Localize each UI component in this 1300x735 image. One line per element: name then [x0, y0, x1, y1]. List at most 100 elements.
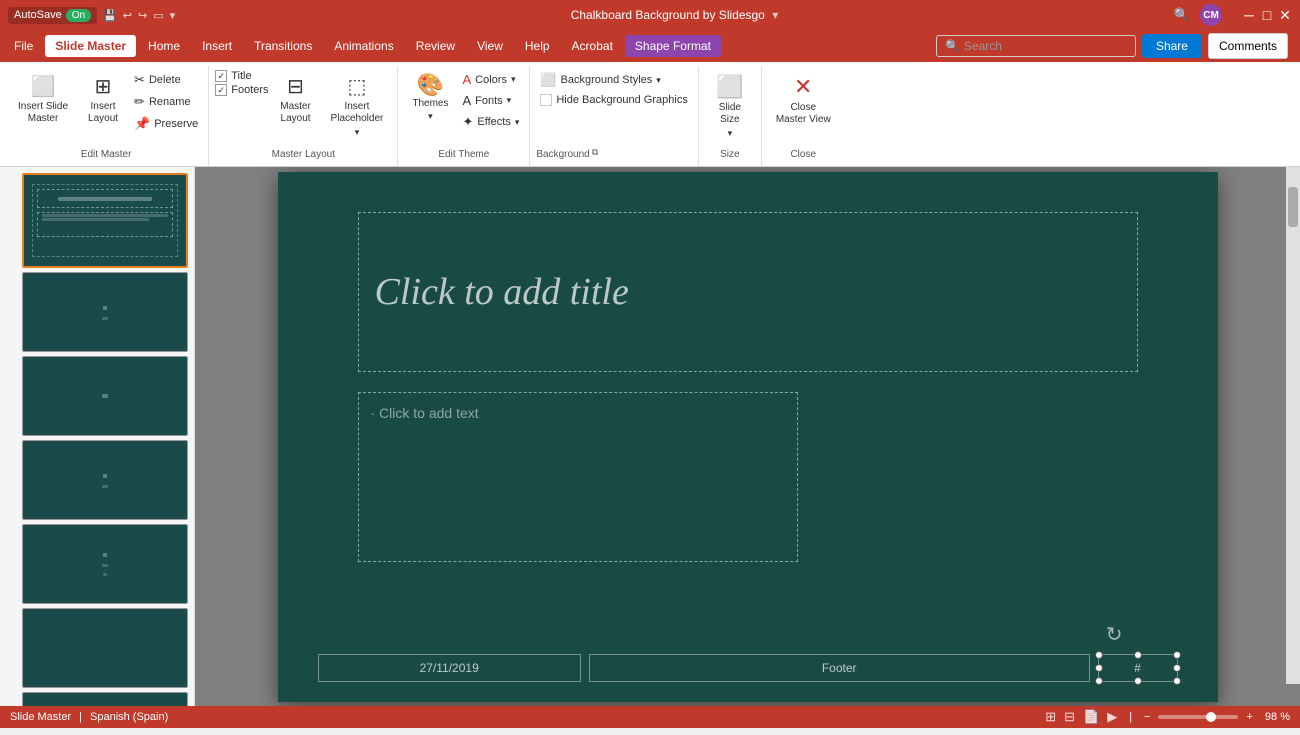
slide-canvas[interactable]: Click to add title · Click to add text 2… — [278, 172, 1218, 702]
themes-label: Themes — [412, 98, 448, 109]
preserve-button[interactable]: 📌 Preserve — [130, 114, 202, 134]
redo-icon[interactable]: ↪ — [138, 9, 147, 22]
slide-1-thumb[interactable] — [22, 173, 188, 268]
slide-6-bg-dots — [23, 609, 187, 687]
search-box[interactable]: 🔍 Search — [936, 35, 1136, 57]
resize-handle-br[interactable] — [1173, 677, 1181, 685]
background-styles-button[interactable]: ⬜ Background Styles ▾ — [536, 70, 691, 90]
slideshow-button[interactable]: ▶ — [1107, 709, 1117, 725]
text-placeholder[interactable]: · Click to add text — [358, 392, 798, 562]
themes-dropdown[interactable]: ▾ — [428, 111, 433, 122]
footer-date[interactable]: 27/11/2019 — [318, 654, 581, 682]
master-layout-button[interactable]: ⊟ MasterLayout — [271, 70, 321, 129]
slide-6-thumb[interactable] — [22, 608, 188, 688]
rename-button[interactable]: ✏ Rename — [130, 92, 202, 112]
ribbon-group-master-layout: Title Footers ⊟ MasterLayout ⬚ InsertPla… — [209, 66, 398, 166]
slide-sorter-button[interactable]: ⊟ — [1064, 709, 1075, 725]
save-icon[interactable]: 💾 — [103, 9, 117, 22]
colors-button[interactable]: A Colors ▾ — [458, 70, 523, 89]
minimize-button[interactable]: ─ — [1242, 8, 1256, 22]
menu-home[interactable]: Home — [138, 35, 190, 57]
footers-checkbox-label[interactable]: Footers — [215, 84, 268, 96]
zoom-minus-button[interactable]: − — [1144, 711, 1150, 723]
insert-layout-button[interactable]: ⊞ InsertLayout — [78, 70, 128, 129]
resize-handle-top[interactable] — [1134, 651, 1142, 659]
slide-2-thumb[interactable] — [22, 272, 188, 352]
resize-handle-tr[interactable] — [1173, 651, 1181, 659]
slide-1-bg-dots — [24, 175, 186, 266]
canvas-area: Click to add title · Click to add text 2… — [195, 167, 1300, 706]
menu-view[interactable]: View — [467, 35, 513, 57]
present-icon[interactable]: ▭ — [153, 9, 163, 22]
slide-4-thumb[interactable] — [22, 440, 188, 520]
slide-2-bg-dots — [23, 273, 187, 351]
title-dropdown-icon[interactable]: ▾ — [772, 8, 778, 22]
zoom-slider[interactable] — [1158, 715, 1238, 719]
search-titlebar-icon[interactable]: 🔍 — [1174, 7, 1190, 23]
menu-review[interactable]: Review — [406, 35, 465, 57]
menu-transitions[interactable]: Transitions — [244, 35, 322, 57]
slide-size-button[interactable]: ⬜ SlideSize ▾ — [705, 70, 755, 143]
share-button[interactable]: Share — [1142, 34, 1202, 58]
vertical-scrollbar[interactable] — [1286, 167, 1300, 684]
menu-insert[interactable]: Insert — [192, 35, 242, 57]
zoom-level[interactable]: 98 % — [1265, 711, 1290, 723]
zoom-slider-thumb[interactable] — [1206, 712, 1216, 722]
avatar[interactable]: CM — [1200, 4, 1222, 26]
footer-number[interactable]: # — [1098, 654, 1178, 682]
close-button[interactable]: ✕ — [1278, 8, 1292, 22]
title-checkbox-label[interactable]: Title — [215, 70, 268, 82]
effects-button[interactable]: ✦ Effects ▾ — [458, 112, 523, 132]
slide-3-thumb[interactable] — [22, 356, 188, 436]
insert-placeholder-dropdown[interactable]: ▾ — [355, 127, 360, 138]
menu-slide-master[interactable]: Slide Master — [45, 35, 136, 57]
zoom-plus-button[interactable]: + — [1246, 711, 1252, 723]
resize-handle-tl[interactable] — [1095, 651, 1103, 659]
title-bar-left: AutoSave On 💾 ↩ ↪ ▭ ▾ — [8, 7, 175, 24]
slide-6-wrapper: 6 — [6, 608, 188, 688]
resize-handle-bottom[interactable] — [1134, 677, 1142, 685]
insert-slide-master-button[interactable]: ⬜ Insert SlideMaster — [10, 70, 76, 129]
reading-view-button[interactable]: 📄 — [1083, 709, 1099, 725]
autosave-toggle[interactable]: On — [66, 9, 91, 22]
menu-shape-format[interactable]: Shape Format — [625, 35, 721, 57]
title-checkbox[interactable] — [215, 70, 227, 82]
insert-placeholder-button[interactable]: ⬚ InsertPlaceholder ▾ — [323, 70, 392, 142]
delete-button[interactable]: ✂ Delete — [130, 70, 202, 90]
insert-placeholder-icon: ⬚ — [348, 74, 367, 99]
normal-view-button[interactable]: ⊞ — [1045, 709, 1056, 725]
slide-size-dropdown[interactable]: ▾ — [728, 128, 733, 139]
scrollbar-thumb[interactable] — [1288, 187, 1298, 227]
footer-text-field[interactable]: Footer — [589, 654, 1090, 682]
autosave-indicator[interactable]: AutoSave On — [8, 7, 97, 24]
menu-file[interactable]: File — [4, 35, 43, 57]
slide-5-wrapper: 5 — [6, 524, 188, 604]
fonts-button[interactable]: A Fonts ▾ — [458, 91, 523, 110]
menu-animations[interactable]: Animations — [324, 35, 403, 57]
dropdown-icon[interactable]: ▾ — [170, 9, 176, 22]
effects-dropdown[interactable]: ▾ — [515, 117, 520, 128]
slide-7-thumb[interactable] — [22, 692, 188, 706]
title-placeholder[interactable]: Click to add title — [358, 212, 1138, 372]
fonts-dropdown[interactable]: ▾ — [507, 95, 512, 106]
footers-checkbox[interactable] — [215, 84, 227, 96]
resize-handle-bl[interactable] — [1095, 677, 1103, 685]
resize-handle-left[interactable] — [1095, 664, 1103, 672]
background-expand-icon[interactable]: ⧉ — [592, 147, 598, 158]
resize-handle-right[interactable] — [1173, 664, 1181, 672]
close-master-view-button[interactable]: ✕ CloseMaster View — [768, 70, 839, 130]
hide-bg-checkbox[interactable] — [540, 94, 552, 106]
slide-5-thumb[interactable] — [22, 524, 188, 604]
menu-acrobat[interactable]: Acrobat — [562, 35, 623, 57]
undo-icon[interactable]: ↩ — [123, 9, 132, 22]
hide-bg-graphics-button[interactable]: Hide Background Graphics — [536, 92, 691, 108]
background-styles-dropdown[interactable]: ▾ — [656, 75, 661, 86]
comments-button[interactable]: Comments — [1208, 33, 1288, 59]
maximize-button[interactable]: □ — [1260, 8, 1274, 22]
themes-button[interactable]: 🎨 Themes ▾ — [404, 70, 456, 126]
status-separator-2: | — [1129, 711, 1132, 723]
slide-panel[interactable]: 1 2 — [0, 167, 195, 706]
rotate-handle[interactable]: ↻ — [1106, 622, 1123, 647]
menu-help[interactable]: Help — [515, 35, 560, 57]
colors-dropdown[interactable]: ▾ — [511, 74, 516, 85]
